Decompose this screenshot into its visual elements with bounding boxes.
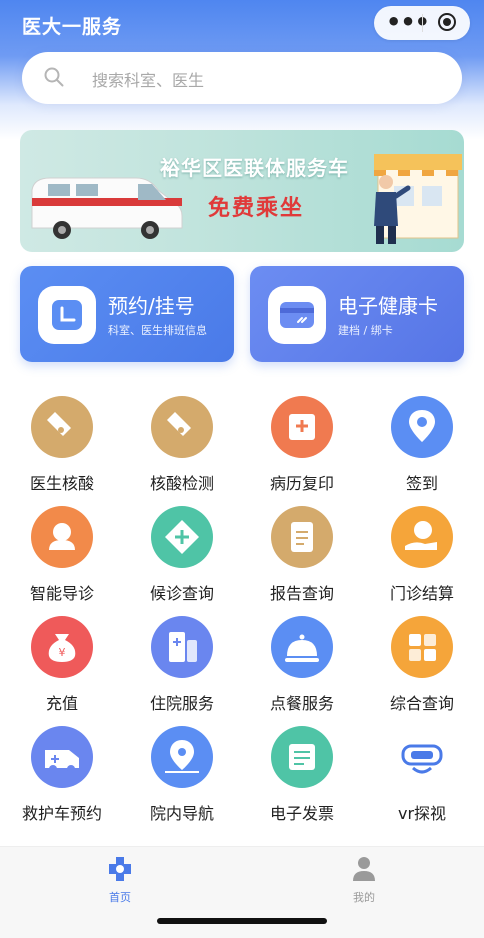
health-card-subtitle: 建档 / 绑卡 <box>338 324 393 337</box>
map-pin-icon <box>151 726 213 788</box>
location-pin-icon <box>391 396 453 458</box>
grid-icon <box>391 616 453 678</box>
user-icon <box>353 857 375 881</box>
grid-item[interactable]: vr探视 <box>362 726 482 824</box>
search-bar[interactable]: 搜索科室、医生 <box>22 52 462 104</box>
grid-item-label: 点餐服务 <box>269 694 334 713</box>
home-indicator <box>157 918 327 924</box>
grid-item[interactable]: 病历复印 <box>242 396 362 494</box>
vr-headset-icon <box>391 726 453 788</box>
grid-item-label: vr探视 <box>397 804 447 823</box>
close-target-icon[interactable] <box>438 13 456 31</box>
headset-icon <box>31 506 93 568</box>
printer-icon <box>271 396 333 458</box>
banner-subtitle: 免费乘坐 <box>208 196 305 221</box>
grid-item-label: 救护车预约 <box>21 804 102 823</box>
search-icon <box>44 67 64 87</box>
appointment-card[interactable]: 预约/挂号 科室、医生排班信息 <box>20 266 234 362</box>
grid-item-label: 候诊查询 <box>149 584 214 603</box>
card-icon <box>268 286 326 344</box>
grid-item[interactable]: 候诊查询 <box>122 506 242 604</box>
appointment-subtitle: 科室、医生排班信息 <box>108 324 207 337</box>
promo-banner[interactable]: 裕华区医联体服务车 免费乘坐 <box>20 130 464 252</box>
calendar-icon <box>38 286 96 344</box>
search-placeholder: 搜索科室、医生 <box>92 71 205 90</box>
test-tube-icon <box>151 396 213 458</box>
grid-item-label: 院内导航 <box>149 804 214 823</box>
tab-home-label: 首页 <box>109 891 131 904</box>
grid-item-label: 门诊结算 <box>389 584 454 603</box>
health-card[interactable]: 电子健康卡 建档 / 绑卡 <box>250 266 464 362</box>
mini-program-capsule: ••• <box>374 6 470 40</box>
grid-item-label: 核酸检测 <box>149 474 214 493</box>
ambulance-illustration <box>31 177 183 239</box>
document-icon <box>271 506 333 568</box>
plus-diamond-icon <box>151 506 213 568</box>
grid-item-label: 签到 <box>405 474 438 493</box>
grid-item[interactable]: 综合查询 <box>362 616 482 714</box>
ambulance-icon <box>31 726 93 788</box>
home-cross-icon <box>109 857 131 881</box>
grid-item[interactable]: ¥ 充值 <box>2 616 122 714</box>
station-illustration <box>374 154 462 244</box>
grid-item[interactable]: 智能导诊 <box>2 506 122 604</box>
grid-item[interactable]: 报告查询 <box>242 506 362 604</box>
grid-item[interactable]: 医生核酸 <box>2 396 122 494</box>
capsule-divider <box>422 14 423 32</box>
grid-item-label: 智能导诊 <box>29 584 94 603</box>
grid-item-label: 充值 <box>45 694 78 713</box>
svg-text:¥: ¥ <box>59 646 66 659</box>
grid-item-label: 医生核酸 <box>29 474 94 493</box>
grid-item[interactable]: 签到 <box>362 396 482 494</box>
grid-item-label: 综合查询 <box>389 694 454 713</box>
grid-item[interactable]: 门诊结算 <box>362 506 482 604</box>
grid-item-label: 病历复印 <box>269 474 334 493</box>
grid-item[interactable]: 住院服务 <box>122 616 242 714</box>
grid-item[interactable]: 点餐服务 <box>242 616 362 714</box>
hospital-icon <box>151 616 213 678</box>
invoice-icon <box>271 726 333 788</box>
grid-item-label: 报告查询 <box>269 584 334 603</box>
tab-profile-label: 我的 <box>353 891 375 904</box>
grid-item[interactable]: 救护车预约 <box>2 726 122 824</box>
money-bag-icon: ¥ <box>31 616 93 678</box>
grid-item[interactable]: 院内导航 <box>122 726 242 824</box>
tab-profile[interactable]: 我的 <box>334 855 394 905</box>
banner-title: 裕华区医联体服务车 <box>160 156 349 180</box>
tab-bar: 首页 我的 <box>0 846 484 938</box>
grid-item[interactable]: 核酸检测 <box>122 396 242 494</box>
health-card-title: 电子健康卡 <box>338 294 438 318</box>
coin-hand-icon <box>391 506 453 568</box>
dining-bell-icon <box>271 616 333 678</box>
grid-item-label: 电子发票 <box>269 804 334 823</box>
appointment-title: 预约/挂号 <box>108 294 195 318</box>
grid-item[interactable]: 电子发票 <box>242 726 362 824</box>
grid-item-label: 住院服务 <box>149 694 214 713</box>
tab-home[interactable]: 首页 <box>90 855 150 905</box>
test-tube-icon <box>31 396 93 458</box>
app-title: 医大一服务 <box>22 16 123 38</box>
